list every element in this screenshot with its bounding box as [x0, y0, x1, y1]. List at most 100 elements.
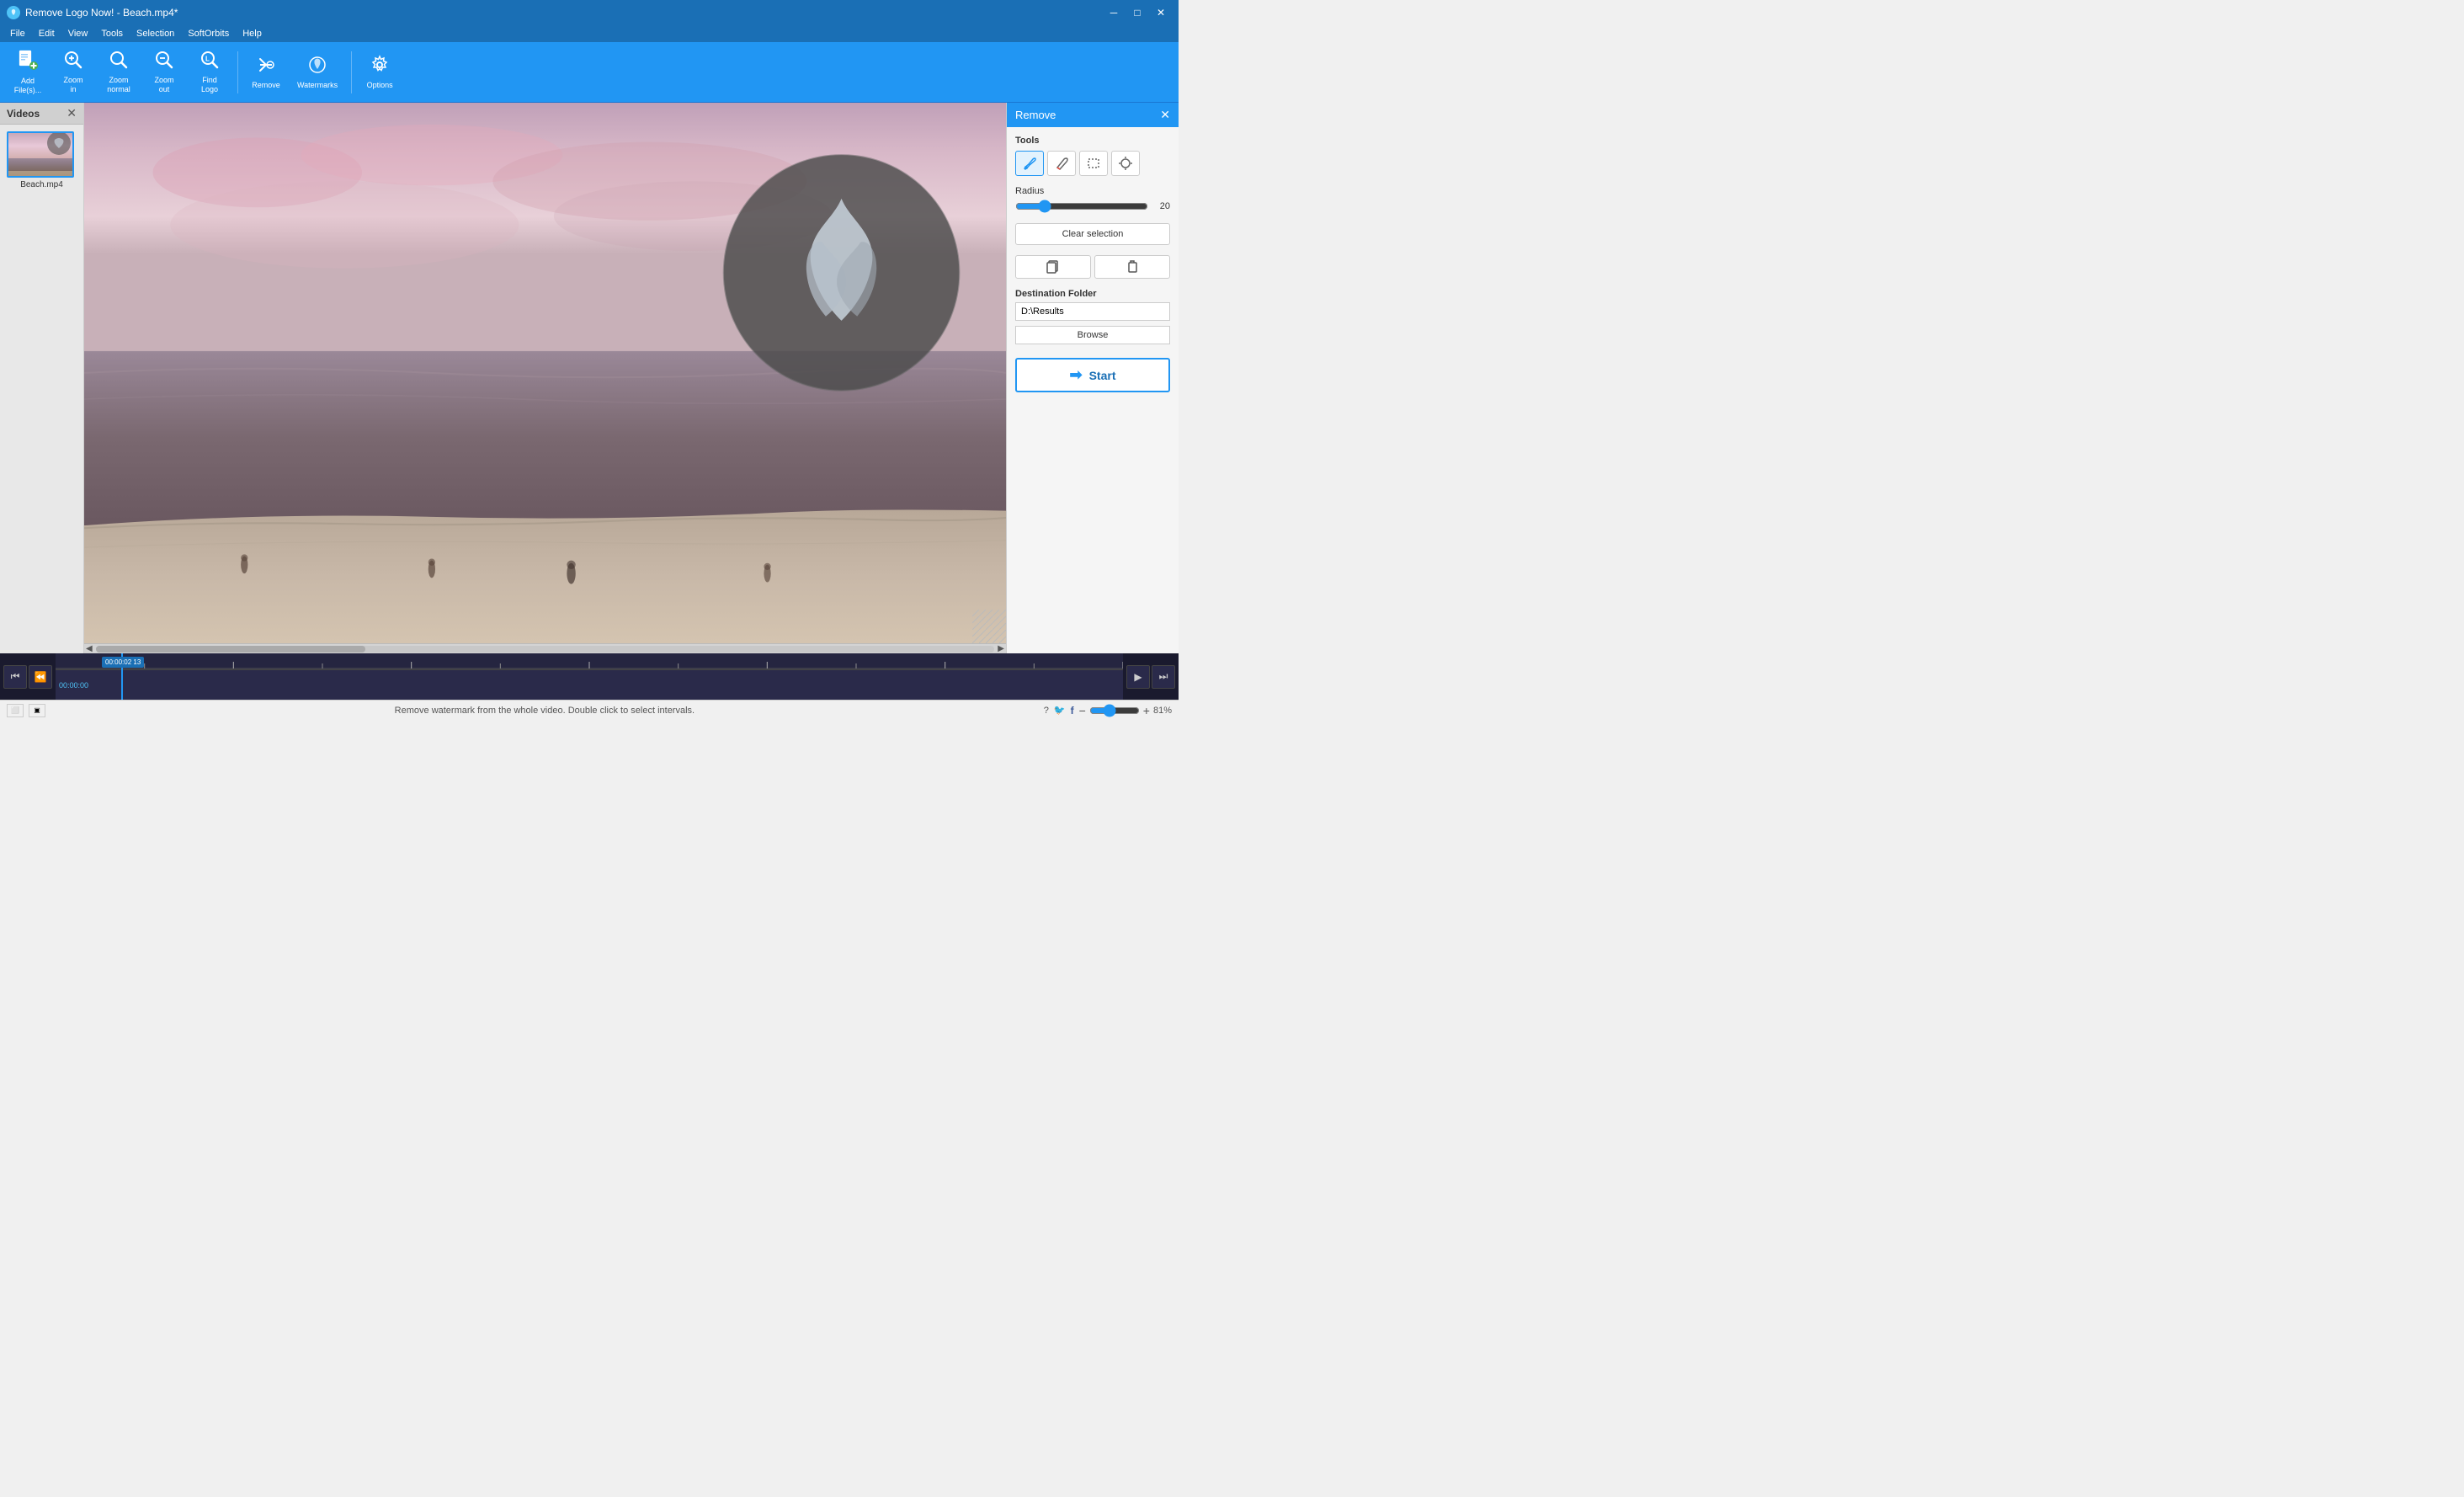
facebook-icon[interactable]: f: [1071, 705, 1074, 717]
right-panel-close-button[interactable]: ✕: [1160, 108, 1170, 122]
videos-panel: Videos ✕: [0, 103, 84, 653]
status-message: Remove watermark from the whole video. D…: [395, 706, 694, 716]
radius-slider[interactable]: [1015, 200, 1148, 213]
destination-folder-section: Destination Folder Browse: [1015, 289, 1170, 344]
video-thumbnail-item[interactable]: Beach.mp4: [7, 131, 77, 189]
eraser-tool-button[interactable]: [1047, 151, 1076, 176]
help-icon[interactable]: ?: [1044, 706, 1049, 716]
add-files-label: AddFile(s)...: [14, 77, 42, 95]
menu-view[interactable]: View: [61, 25, 95, 42]
zoom-in-icon: [63, 50, 83, 73]
zoom-out-label: Zoomout: [154, 76, 173, 94]
find-logo-button[interactable]: L FindLogo: [189, 47, 231, 98]
copy-selection-button[interactable]: [1015, 255, 1091, 279]
menu-bar: File Edit View Tools Selection SoftOrbit…: [0, 25, 1179, 42]
step-back-button[interactable]: ⏪: [29, 665, 52, 689]
video-frame: [84, 103, 1006, 643]
videos-panel-title: Videos: [7, 108, 40, 120]
title-bar-controls: ─ □ ✕: [1103, 4, 1172, 21]
timeline-start-label: 00:00:00: [59, 681, 88, 690]
menu-tools[interactable]: Tools: [94, 25, 130, 42]
tools-section: Tools: [1015, 136, 1170, 176]
radius-section: Radius 20: [1015, 186, 1170, 213]
rect-tool-button[interactable]: [1079, 151, 1108, 176]
zoom-out-button[interactable]: Zoomout: [143, 47, 185, 98]
find-logo-label: FindLogo: [201, 76, 218, 94]
zoom-plus-icon[interactable]: +: [1143, 704, 1150, 717]
zoom-normal-button[interactable]: Zoomnormal: [98, 47, 140, 98]
zoom-slider[interactable]: [1089, 704, 1140, 717]
watermarks-button[interactable]: Watermarks: [290, 47, 344, 98]
video-thumb-image: [7, 131, 74, 178]
tools-label: Tools: [1015, 136, 1170, 146]
hatch-area: [972, 610, 1006, 643]
start-button[interactable]: ➡ Start: [1015, 358, 1170, 392]
browse-button[interactable]: Browse: [1015, 326, 1170, 344]
remove-label: Remove: [252, 81, 280, 90]
minimize-button[interactable]: ─: [1103, 4, 1125, 21]
radius-slider-row: 20: [1015, 200, 1170, 213]
right-panel: Remove ✕ Tools: [1006, 103, 1179, 653]
window-title: Remove Logo Now! - Beach.mp4*: [25, 7, 178, 19]
add-files-button[interactable]: AddFile(s)...: [7, 47, 49, 98]
status-left: ⬜ ▣: [7, 704, 45, 717]
zoom-out-icon: [154, 50, 174, 73]
video-thumb-label: Beach.mp4: [7, 180, 77, 189]
menu-file[interactable]: File: [3, 25, 32, 42]
title-bar: Remove Logo Now! - Beach.mp4* ─ □ ✕: [0, 0, 1179, 25]
scroll-right-arrow[interactable]: ▶: [998, 644, 1004, 653]
go-to-end-button[interactable]: ⏭: [1152, 665, 1175, 689]
menu-selection[interactable]: Selection: [130, 25, 181, 42]
find-logo-icon: L: [200, 50, 220, 73]
timeline-time-label: 00:00:02 13: [102, 657, 144, 668]
magic-wand-tool-button[interactable]: [1111, 151, 1140, 176]
go-to-start-button[interactable]: ⏮: [3, 665, 27, 689]
watermarks-label: Watermarks: [297, 81, 338, 90]
options-button[interactable]: Options: [359, 47, 401, 98]
copy-paste-row: [1015, 255, 1170, 279]
timeline-left-controls: ⏮ ⏪: [0, 665, 56, 689]
options-label: Options: [367, 81, 393, 90]
timeline-content: 00:00:00: [56, 670, 1123, 700]
tools-row: [1015, 151, 1170, 176]
remove-button[interactable]: Remove: [245, 47, 287, 98]
maximize-button[interactable]: □: [1126, 4, 1148, 21]
videos-panel-header: Videos ✕: [0, 103, 83, 125]
h-scrollbar: ◀ ▶: [84, 643, 1006, 653]
timeline: ⏮ ⏪ 00:00:02 13: [0, 653, 1179, 700]
radius-value: 20: [1153, 201, 1170, 211]
remove-icon: [256, 55, 276, 78]
brush-tool-button[interactable]: [1015, 151, 1044, 176]
right-panel-header: Remove ✕: [1007, 103, 1179, 127]
clear-selection-button[interactable]: Clear selection: [1015, 223, 1170, 245]
status-btn-1[interactable]: ⬜: [7, 704, 24, 717]
destination-folder-label: Destination Folder: [1015, 289, 1170, 299]
toolbar-separator-2: [351, 51, 352, 93]
status-bar: ⬜ ▣ Remove watermark from the whole vide…: [0, 700, 1179, 720]
twitter-icon[interactable]: 🐦: [1054, 705, 1066, 716]
scrollbar-track[interactable]: [96, 646, 995, 653]
destination-folder-input[interactable]: [1015, 302, 1170, 321]
timeline-track[interactable]: 00:00:02 13 00:00:00: [56, 653, 1123, 700]
timeline-right-controls: ▶ ⏭: [1123, 665, 1179, 689]
menu-edit[interactable]: Edit: [32, 25, 61, 42]
start-label: Start: [1089, 369, 1116, 382]
close-button[interactable]: ✕: [1150, 4, 1172, 21]
play-button[interactable]: ▶: [1126, 665, 1150, 689]
title-bar-left: Remove Logo Now! - Beach.mp4*: [7, 6, 178, 19]
app-icon: [7, 6, 20, 19]
zoom-in-button[interactable]: Zoomin: [52, 47, 94, 98]
menu-softorbits[interactable]: SoftOrbits: [181, 25, 236, 42]
right-panel-body: Tools: [1007, 127, 1179, 401]
paste-selection-button[interactable]: [1094, 255, 1170, 279]
videos-panel-close-button[interactable]: ✕: [67, 106, 77, 120]
scroll-left-arrow[interactable]: ◀: [86, 644, 93, 653]
video-viewport[interactable]: [84, 103, 1006, 643]
zoom-minus-icon[interactable]: −: [1079, 704, 1086, 717]
zoom-normal-label: Zoomnormal: [107, 76, 130, 94]
zoom-control: − + 81%: [1079, 704, 1172, 717]
zoom-normal-icon: [109, 50, 129, 73]
add-files-icon: [17, 49, 39, 74]
menu-help[interactable]: Help: [236, 25, 269, 42]
status-btn-2[interactable]: ▣: [29, 704, 45, 717]
